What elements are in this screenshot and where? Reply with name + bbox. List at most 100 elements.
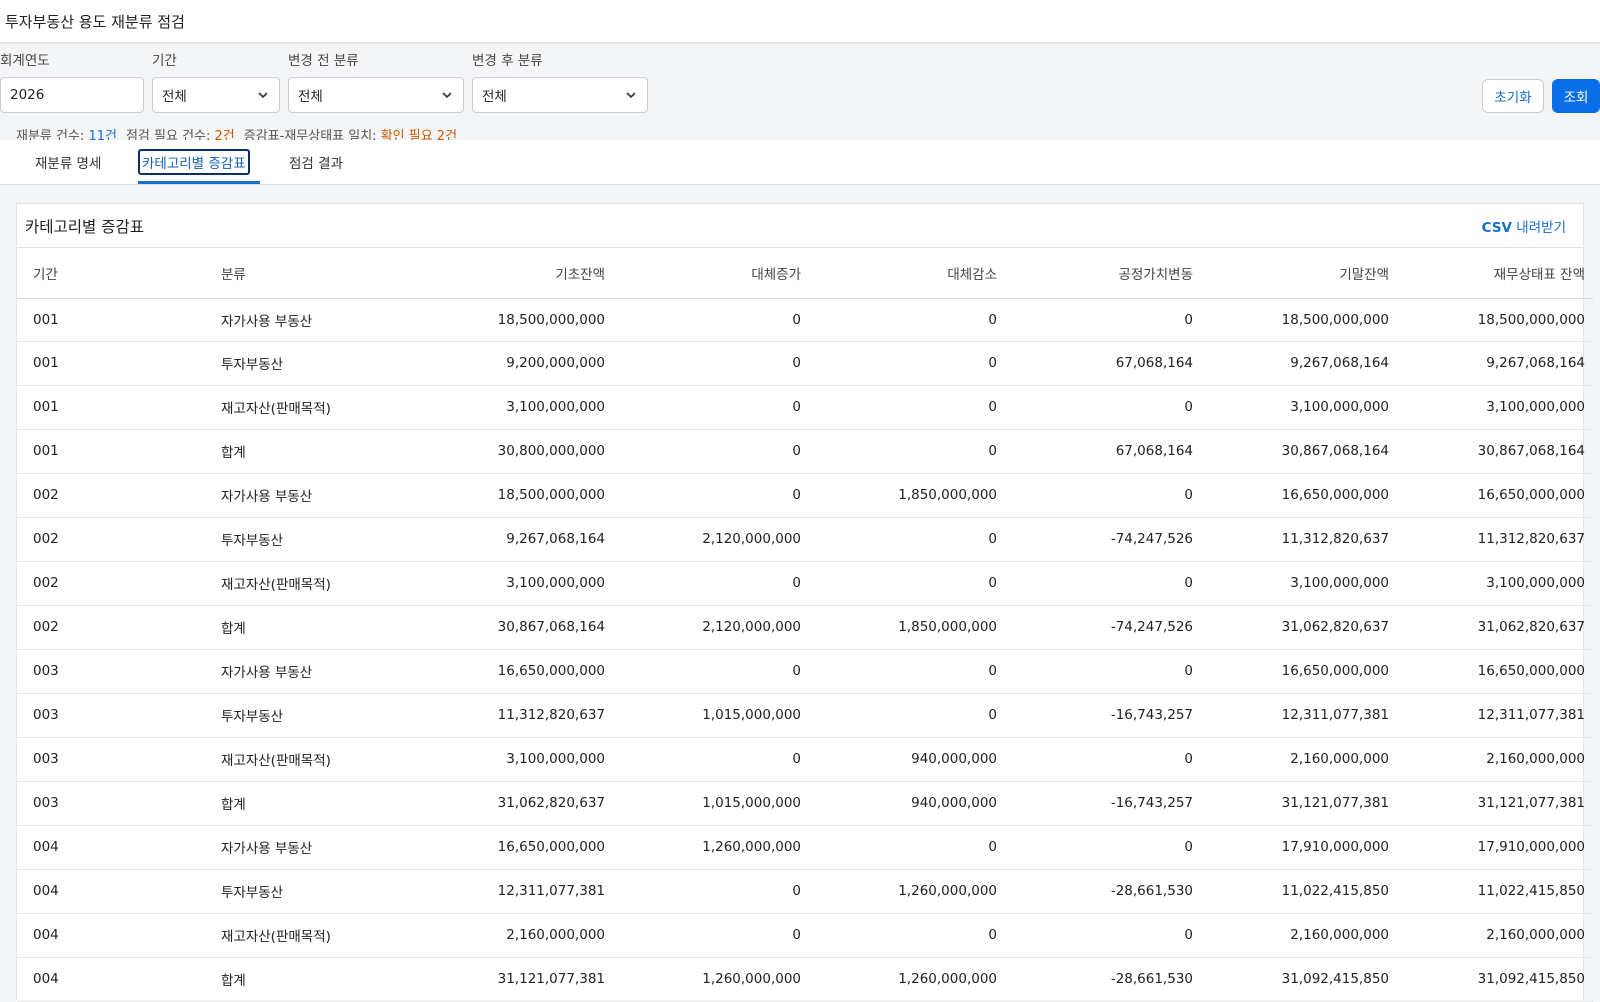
cell-fair-value: -16,743,257	[1005, 693, 1201, 738]
cell-transfer-out: 940,000,000	[809, 737, 1005, 782]
cell-opening: 31,121,077,381	[393, 957, 613, 1002]
cell-transfer-out: 1,260,000,000	[809, 869, 1005, 914]
col-header-bs-balance[interactable]: 재무상태표 잔액	[1397, 248, 1593, 299]
tab-reclass-detail[interactable]: 재분류 명세	[35, 140, 101, 184]
cell-period: 002	[17, 517, 205, 562]
col-header-closing[interactable]: 기말잔액	[1201, 248, 1397, 299]
cell-transfer-out: 1,850,000,000	[809, 473, 1005, 518]
cell-fair-value: 0	[1005, 473, 1201, 518]
period-select[interactable]: 전체	[152, 77, 280, 113]
after-class-label: 변경 후 분류	[472, 53, 543, 69]
cell-transfer-in: 0	[613, 429, 809, 474]
cell-class: 투자부동산	[205, 869, 393, 914]
cell-closing: 3,100,000,000	[1201, 561, 1397, 606]
cell-class: 재고자산(판매목적)	[205, 737, 393, 782]
tab-bar: 재분류 명세 카테고리별 증감표 점검 결과	[0, 140, 1600, 185]
table-row[interactable]: 002 투자부동산 9,267,068,164 2,120,000,000 0 -74,2…	[17, 517, 1593, 562]
cell-fair-value: 0	[1005, 561, 1201, 606]
cell-transfer-in: 0	[613, 737, 809, 782]
after-class-select[interactable]: 전체	[472, 77, 648, 113]
fiscal-year-input[interactable]	[10, 87, 134, 103]
cell-closing: 30,867,068,164	[1201, 429, 1397, 474]
col-header-fair-value[interactable]: 공정가치변동	[1005, 248, 1201, 299]
cell-class: 자가사용 부동산	[205, 649, 393, 694]
cell-period: 004	[17, 957, 205, 1002]
category-changes-table: 기간 분류 기초잔액 대체증가 대체감소 공정가치변동 기말잔액 재무상태표 잔…	[17, 248, 1593, 1002]
fiscal-year-box	[0, 77, 144, 113]
before-class-label: 변경 전 분류	[288, 53, 359, 69]
col-header-transfer-out[interactable]: 대체감소	[809, 248, 1005, 299]
fiscal-year-label: 회계연도	[0, 53, 50, 69]
cell-transfer-out: 0	[809, 341, 1005, 386]
table-row[interactable]: 002 합계 30,867,068,164 2,120,000,000 1,850,00…	[17, 605, 1593, 650]
cell-transfer-in: 0	[613, 561, 809, 606]
cell-fair-value: 67,068,164	[1005, 429, 1201, 474]
cell-closing: 31,092,415,850	[1201, 957, 1397, 1002]
cell-fair-value: 67,068,164	[1005, 341, 1201, 386]
table-row[interactable]: 004 투자부동산 12,311,077,381 0 1,260,000,000 -28,…	[17, 869, 1593, 914]
after-class-field: 변경 후 분류 전체	[472, 51, 648, 113]
cell-fair-value: -28,661,530	[1005, 869, 1201, 914]
cell-transfer-out: 0	[809, 429, 1005, 474]
card-title: 카테고리별 증감표	[25, 217, 145, 236]
cell-opening: 18,500,000,000	[393, 473, 613, 518]
cell-transfer-in: 0	[613, 473, 809, 518]
search-button[interactable]: 조회	[1552, 79, 1600, 113]
cell-opening: 11,312,820,637	[393, 693, 613, 738]
col-header-transfer-in[interactable]: 대체증가	[613, 248, 809, 299]
cell-opening: 16,650,000,000	[393, 649, 613, 694]
chevron-down-icon	[258, 92, 268, 99]
cell-fair-value: 0	[1005, 649, 1201, 694]
cell-opening: 3,100,000,000	[393, 561, 613, 606]
cell-period: 003	[17, 737, 205, 782]
cell-class: 합계	[205, 429, 393, 474]
table-row[interactable]: 004 재고자산(판매목적) 2,160,000,000 0 0 0 2,160,000,0…	[17, 913, 1593, 958]
cell-bs-balance: 9,267,068,164	[1397, 341, 1593, 386]
table-header-row: 기간 분류 기초잔액 대체증가 대체감소 공정가치변동 기말잔액 재무상태표 잔…	[17, 248, 1593, 299]
cell-transfer-in: 1,015,000,000	[613, 693, 809, 738]
tab-check-results[interactable]: 점검 결과	[289, 140, 343, 184]
cell-class: 투자부동산	[205, 517, 393, 562]
cell-opening: 3,100,000,000	[393, 385, 613, 430]
cell-closing: 11,312,820,637	[1201, 517, 1397, 562]
app-header: 투자부동산 용도 재분류 점검	[0, 0, 1600, 43]
table-row[interactable]: 002 자가사용 부동산 18,500,000,000 0 1,850,000,000 0…	[17, 473, 1593, 518]
reset-button[interactable]: 초기화	[1482, 79, 1544, 113]
col-header-class[interactable]: 분류	[205, 248, 393, 299]
cell-fair-value: -74,247,526	[1005, 605, 1201, 650]
table-row[interactable]: 001 재고자산(판매목적) 3,100,000,000 0 0 0 3,100,000,0…	[17, 385, 1593, 430]
cell-period: 004	[17, 869, 205, 914]
table-row[interactable]: 004 자가사용 부동산 16,650,000,000 1,260,000,000 0 0…	[17, 825, 1593, 870]
cell-class: 재고자산(판매목적)	[205, 913, 393, 958]
table-row[interactable]: 003 투자부동산 11,312,820,637 1,015,000,000 0 -16,…	[17, 693, 1593, 738]
col-header-opening[interactable]: 기초잔액	[393, 248, 613, 299]
before-class-select[interactable]: 전체	[288, 77, 464, 113]
cell-transfer-out: 0	[809, 298, 1005, 342]
cell-transfer-in: 0	[613, 341, 809, 386]
cell-transfer-out: 1,850,000,000	[809, 605, 1005, 650]
cell-opening: 30,800,000,000	[393, 429, 613, 474]
table-row[interactable]: 003 재고자산(판매목적) 3,100,000,000 0 940,000,000 0 2…	[17, 737, 1593, 782]
tab-category-changes[interactable]: 카테고리별 증감표	[138, 140, 250, 184]
cell-closing: 12,311,077,381	[1201, 693, 1397, 738]
table-row[interactable]: 002 재고자산(판매목적) 3,100,000,000 0 0 0 3,100,000,0…	[17, 561, 1593, 606]
cell-period: 004	[17, 825, 205, 870]
csv-download-link[interactable]: CSV 내려받기	[1482, 216, 1566, 236]
cell-period: 002	[17, 561, 205, 606]
table-row[interactable]: 003 합계 31,062,820,637 1,015,000,000 940,000,…	[17, 781, 1593, 826]
table-row[interactable]: 004 합계 31,121,077,381 1,260,000,000 1,260,00…	[17, 957, 1593, 1002]
cell-bs-balance: 31,062,820,637	[1397, 605, 1593, 650]
cell-transfer-in: 2,120,000,000	[613, 517, 809, 562]
table-row[interactable]: 001 자가사용 부동산 18,500,000,000 0 0 0 18,500,000,0…	[17, 298, 1593, 342]
table-row[interactable]: 003 자가사용 부동산 16,650,000,000 0 0 0 16,650,000,0…	[17, 649, 1593, 694]
cell-fair-value: 0	[1005, 913, 1201, 958]
cell-transfer-out: 0	[809, 693, 1005, 738]
table-row[interactable]: 001 합계 30,800,000,000 0 0 67,068,164 30,867,06…	[17, 429, 1593, 474]
table-row[interactable]: 001 투자부동산 9,200,000,000 0 0 67,068,164 9,267,0…	[17, 341, 1593, 386]
cell-bs-balance: 16,650,000,000	[1397, 473, 1593, 518]
cell-opening: 9,200,000,000	[393, 341, 613, 386]
cell-bs-balance: 2,160,000,000	[1397, 913, 1593, 958]
col-header-period[interactable]: 기간	[17, 248, 205, 299]
before-class-field: 변경 전 분류 전체	[288, 51, 464, 113]
cell-transfer-out: 0	[809, 385, 1005, 430]
